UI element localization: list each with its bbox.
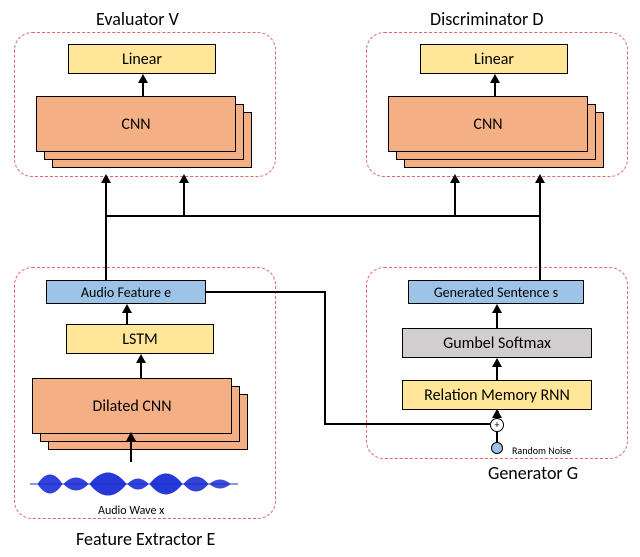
line-noise-to-plus [496,432,498,443]
evaluator-cnn-block: CNN [36,96,236,152]
dilated-cnn-block: Dilated CNN [32,378,232,434]
arrow-wave-to-dilatedcnn [130,440,132,462]
line-audiofeature-to-plus-h2 [324,423,490,425]
audio-feature-block: Audio Feature e [46,280,206,304]
audio-wave-label: Audio Wave x [98,504,164,518]
arrow-gumbel-to-sentence [496,312,498,328]
generator-title: Generator G [488,462,578,484]
gumbel-softmax-block: Gumbel Softmax [402,328,592,358]
relation-memory-rnn-block: Relation Memory RNN [402,380,592,410]
generated-sentence-block: Generated Sentence s [408,280,584,304]
line-sentence-up [539,215,541,280]
arrow-rnn-to-gumbel [496,366,498,380]
discriminator-cnn-block: CNN [388,96,588,152]
plus-node-icon: + [490,418,504,432]
extractor-title: Feature Extractor E [76,528,215,550]
line-rnn-input [497,411,499,418]
arrow-dilatedcnn-to-lstm [140,362,142,378]
evaluator-linear-block: Linear [68,44,216,74]
arrow-discriminator-cnn-to-linear [494,82,496,96]
line-bus-horizontal [105,215,541,217]
arrow-lstm-to-audiofeature [126,312,128,324]
lstm-block: LSTM [66,324,214,354]
line-audiofeature-up [105,215,107,280]
discriminator-linear-block: Linear [420,44,568,74]
discriminator-title: Discriminator D [430,8,543,30]
random-noise-icon [491,442,503,454]
evaluator-title: Evaluator V [96,8,179,30]
line-audiofeature-to-plus-h [206,291,326,293]
arrow-evaluator-cnn-to-linear [142,82,144,96]
audio-wave-icon [30,462,238,506]
arrow-audiofeature-to-evaluatorcnn [105,182,107,216]
arrow-bus-to-discriminatorcnn-left [454,182,456,216]
line-audiofeature-to-plus-v [324,291,326,425]
arrow-bus-to-evaluatorcnn-right [183,182,185,216]
random-noise-label: Random Noise [512,444,571,457]
arrow-bus-to-discriminatorcnn-right [539,182,541,216]
